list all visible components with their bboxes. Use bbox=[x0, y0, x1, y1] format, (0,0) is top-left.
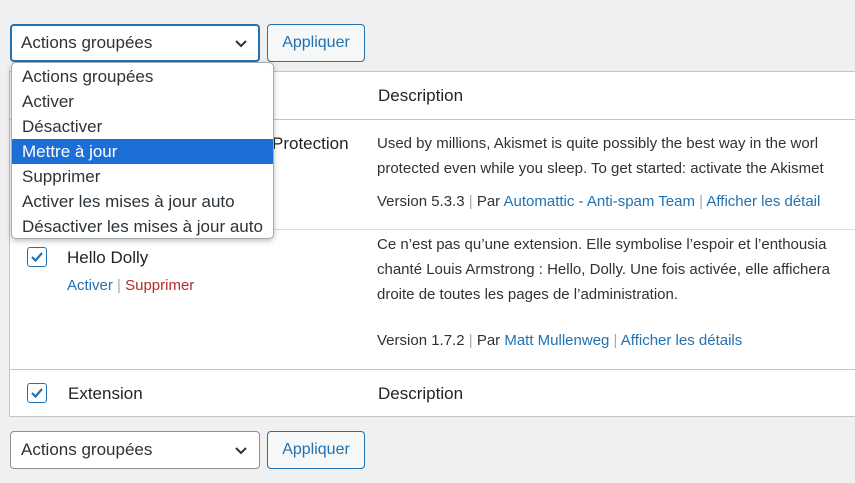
plugin-description-line: Used by millions, Akismet is quite possi… bbox=[377, 135, 819, 152]
checkmark-icon bbox=[31, 388, 43, 399]
plugin-by-label: Par bbox=[476, 332, 501, 349]
plugin-details-link[interactable]: Afficher les détails bbox=[621, 332, 742, 349]
column-header-description: Description bbox=[378, 86, 464, 105]
apply-button-top[interactable]: Appliquer bbox=[267, 24, 365, 62]
plugin-name: Protection bbox=[272, 134, 349, 153]
plugin-description: Used by millions, Akismet is quite possi… bbox=[377, 131, 824, 181]
chevron-down-icon bbox=[235, 447, 247, 455]
select-all-checkbox[interactable] bbox=[27, 383, 47, 403]
bulk-actions-dropdown-list: Actions groupées Activer Désactiver Mett… bbox=[11, 62, 274, 239]
plugin-author-link[interactable]: Automattic - Anti-spam Team bbox=[504, 193, 695, 210]
plugin-version: Version 5.3.3 bbox=[377, 193, 465, 210]
dropdown-option-highlighted[interactable]: Mettre à jour bbox=[12, 139, 273, 164]
plugin-description-line: droite de toutes les pages de l’administ… bbox=[377, 286, 679, 303]
plugin-details-link[interactable]: Afficher les détail bbox=[706, 193, 820, 210]
apply-button-bottom[interactable]: Appliquer bbox=[267, 431, 365, 469]
plugin-by-label: Par bbox=[476, 193, 501, 210]
plugin-description: Ce n’est pas qu’une extension. Elle symb… bbox=[377, 232, 830, 307]
dropdown-option[interactable]: Supprimer bbox=[12, 164, 273, 189]
dropdown-option[interactable]: Actions groupées bbox=[12, 64, 273, 89]
plugin-author-link[interactable]: Matt Mullenweg bbox=[504, 332, 609, 349]
dropdown-option[interactable]: Désactiver les mises à jour auto bbox=[12, 214, 273, 239]
dropdown-option[interactable]: Activer les mises à jour auto bbox=[12, 189, 273, 214]
plugin-version-info: Version 1.7.2 | Par Matt Mullenweg | Aff… bbox=[377, 332, 743, 349]
plugin-description-line: Ce n’est pas qu’une extension. Elle symb… bbox=[377, 236, 827, 253]
bulk-actions-select-top[interactable]: Actions groupées bbox=[10, 24, 260, 62]
chevron-down-icon bbox=[235, 40, 247, 48]
dropdown-option[interactable]: Désactiver bbox=[12, 114, 273, 139]
bulk-actions-select-top-value: Actions groupées bbox=[21, 33, 153, 52]
dropdown-option[interactable]: Activer bbox=[12, 89, 273, 114]
plugin-checkbox[interactable] bbox=[27, 247, 47, 267]
column-footer-extension: Extension bbox=[68, 384, 143, 403]
bulk-actions-select-bottom-value: Actions groupées bbox=[21, 440, 153, 459]
plugin-version: Version 1.7.2 bbox=[377, 332, 465, 349]
delete-link[interactable]: Supprimer bbox=[125, 277, 194, 294]
plugin-row-actions: Activer | Supprimer bbox=[67, 277, 195, 294]
plugin-description-line: chanté Louis Armstrong : Hello, Dolly. U… bbox=[377, 261, 831, 278]
table-footer: Extension Description bbox=[10, 370, 855, 416]
activate-link[interactable]: Activer bbox=[67, 277, 113, 294]
table-row: Hello Dolly Activer | Supprimer Ce n’est… bbox=[10, 230, 855, 370]
plugin-name: Hello Dolly bbox=[67, 248, 149, 267]
plugin-description-line: protected even while you sleep. To get s… bbox=[377, 160, 824, 177]
bulk-actions-select-bottom[interactable]: Actions groupées bbox=[10, 431, 260, 469]
column-footer-description: Description bbox=[378, 384, 464, 403]
checkmark-icon bbox=[31, 252, 43, 263]
plugin-version-info: Version 5.3.3 | Par Automattic - Anti-sp… bbox=[377, 193, 821, 210]
